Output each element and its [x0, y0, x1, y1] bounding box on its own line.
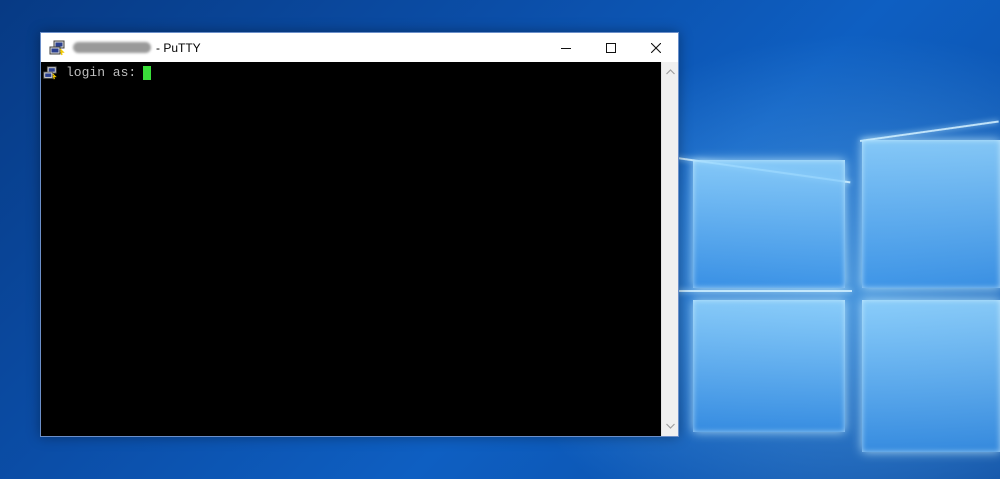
wallpaper-beam [677, 290, 852, 292]
close-icon [650, 42, 661, 53]
windows-logo-pane [693, 160, 845, 288]
maximize-icon [605, 42, 616, 53]
caption-buttons [543, 33, 678, 62]
putty-icon [43, 65, 57, 80]
scroll-down-button[interactable] [662, 418, 678, 434]
windows-logo-pane [862, 140, 1000, 288]
vertical-scrollbar[interactable] [661, 62, 678, 436]
close-button[interactable] [633, 33, 678, 62]
putty-icon[interactable] [49, 40, 65, 56]
window-title: - PuTTY [156, 40, 201, 55]
minimize-icon [560, 47, 571, 49]
scroll-up-button[interactable] [662, 64, 678, 80]
redacted-hostname [73, 42, 151, 53]
login-prompt: login as: [66, 65, 137, 80]
text-cursor [143, 65, 152, 80]
terminal-area[interactable]: login as: [41, 62, 662, 436]
prompt-line: login as: [43, 65, 152, 80]
title-bar[interactable]: - PuTTY [41, 33, 678, 62]
windows-logo-pane [862, 300, 1000, 452]
windows-logo-pane [693, 300, 845, 432]
arrow-up-icon [665, 69, 675, 75]
arrow-down-icon [665, 423, 675, 429]
minimize-button[interactable] [543, 33, 588, 62]
wallpaper-beam [859, 120, 999, 142]
maximize-button[interactable] [588, 33, 633, 62]
putty-window[interactable]: - PuTTY login as: [40, 32, 679, 437]
